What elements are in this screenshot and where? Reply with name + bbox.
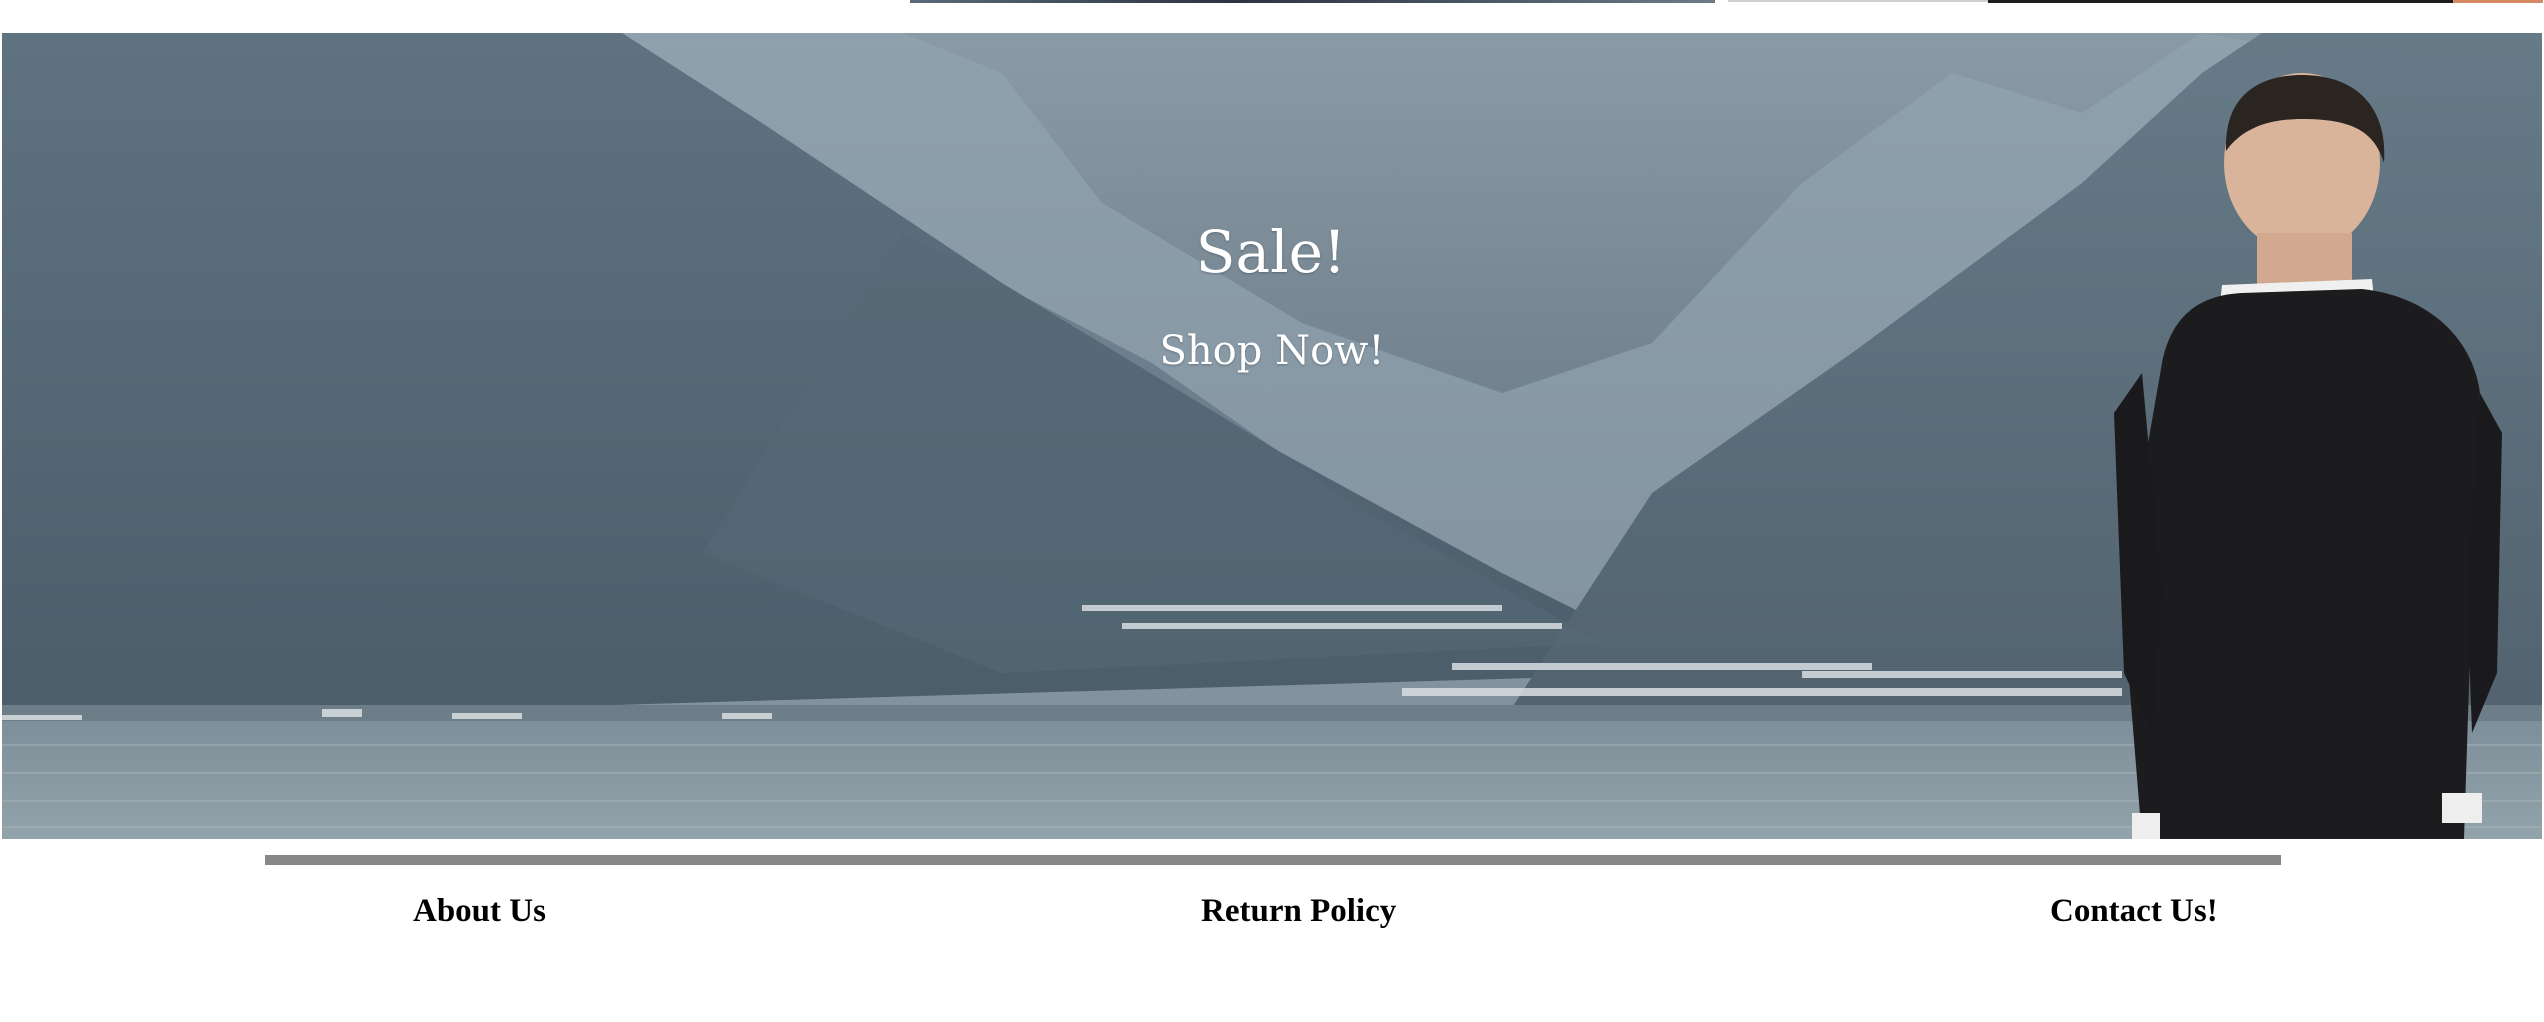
top-image-strip [0,0,2544,33]
section-divider [265,855,2281,865]
footer-link-return-policy[interactable]: Return Policy [1201,893,1396,930]
hero-banner: Sale! Shop Now! [2,33,2542,839]
hero-background-image [2,33,2542,839]
product-image-edge[interactable] [1728,0,1988,2]
product-image-edge[interactable] [2453,0,2543,3]
footer-link-about-us[interactable]: About Us [413,893,546,930]
hero-title: Sale! [1195,218,1347,286]
product-image-edge[interactable] [1988,0,2453,3]
footer-link-contact-us[interactable]: Contact Us! [2050,893,2218,930]
product-image-edge[interactable] [910,0,1715,3]
shop-now-link[interactable]: Shop Now! [1152,328,1392,374]
